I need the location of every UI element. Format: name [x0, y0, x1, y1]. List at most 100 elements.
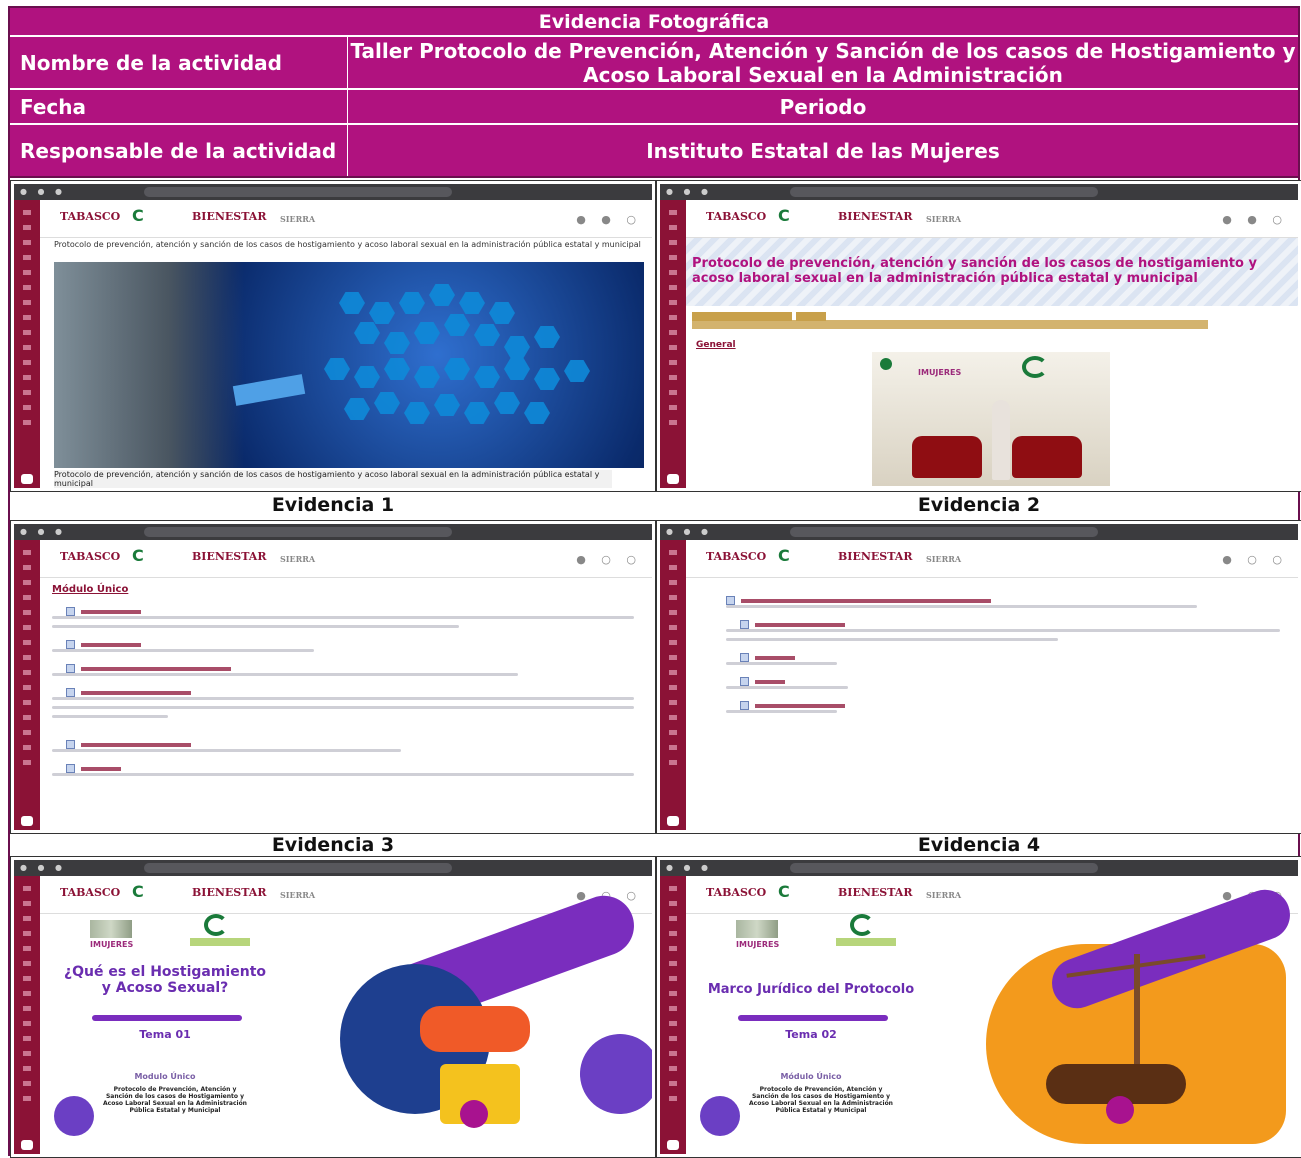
course-intro-video[interactable]: IMUJERES [872, 352, 1110, 486]
site-header: TABASCO C BIENESTAR SIERRA ● ○ ○ [40, 540, 652, 578]
assignment-icon [66, 688, 75, 697]
list-item[interactable] [66, 601, 634, 616]
slide-protocol-text: Protocolo de Prevención, Atención y Sanc… [749, 1086, 893, 1114]
responsible-value: Instituto Estatal de las Mujeres [646, 138, 1000, 163]
evidence-1-caption: Evidencia 1 [271, 494, 395, 516]
presenter-figure [992, 400, 1010, 480]
tabasco-logo: TABASCO [60, 210, 121, 223]
sierra-logo: SIERRA [926, 214, 962, 224]
survey-icon [740, 701, 749, 710]
evidence-3-image: ● ● ● TABASCO C BIENESTAR SIERRA ● ○ ○ M… [10, 520, 656, 834]
green-c-icon [1022, 356, 1048, 378]
imujeres-logo: IMUJERES [90, 920, 133, 949]
sierra-logo: SIERRA [280, 890, 316, 900]
bienestar-logo: BIENESTAR [838, 886, 913, 899]
browser-window: ● ● ● TABASCO C BIENESTAR SIERRA ● ○ ○ I… [660, 860, 1298, 1154]
purple-shape [565, 1019, 652, 1129]
window-controls-icon: ● ● ● [666, 863, 713, 872]
evidence-1-image: ● ● ● TABASCO C BIENESTAR SIERRA ● ● ○ P… [10, 180, 656, 492]
address-bar [790, 527, 1098, 537]
green-c-logo: C [132, 882, 144, 901]
green-c-logo: C [778, 206, 790, 225]
bienestar-logo: BIENESTAR [192, 886, 267, 899]
green-c-logo: C [132, 546, 144, 565]
home-icon [21, 474, 33, 484]
technology-banner-image [54, 262, 644, 468]
evidence-4-image: ● ● ● TABASCO C BIENESTAR SIERRA ● ○ ○ [656, 520, 1301, 834]
home-icon [21, 816, 33, 826]
green-c-logo: C [778, 882, 790, 901]
course-breadcrumb-bar [692, 320, 1208, 329]
date-row: Fecha Periodo [10, 90, 1298, 124]
slide-topic: Tema 01 [139, 1028, 191, 1041]
activity-name-label: Nombre de la actividad [10, 37, 348, 88]
imujeres-logo: IMUJERES [918, 368, 962, 377]
general-section-link[interactable]: General [696, 340, 736, 350]
lesson-slide: IMUJERES ¿Qué es el Hostigamiento y Acos… [40, 887, 652, 1154]
window-controls-icon: ● ● ● [20, 527, 67, 536]
window-controls-icon: ● ● ● [666, 187, 713, 196]
browser-toolbar: ● ● ● [660, 860, 1298, 876]
sierra-logo: SIERRA [280, 554, 316, 564]
window-controls-icon: ● ● ● [20, 863, 67, 872]
list-item[interactable] [66, 734, 634, 749]
site-header: TABASCO C BIENESTAR SIERRA ● ○ ○ [40, 876, 652, 914]
list-item[interactable] [66, 682, 634, 697]
slide-title: Marco Jurídico del Protocolo [707, 982, 915, 997]
site-header: TABASCO C BIENESTAR SIERRA ● ● ○ [40, 200, 652, 238]
list-item[interactable] [740, 614, 1280, 629]
bienestar-logo: BIENESTAR [838, 550, 913, 563]
businessman-figure [54, 262, 244, 468]
home-icon [667, 474, 679, 484]
red-sofa-left [912, 436, 982, 478]
list-item[interactable] [740, 647, 1280, 662]
list-item[interactable] [726, 590, 1280, 605]
tabasco-logo: TABASCO [706, 550, 767, 563]
home-icon [667, 816, 679, 826]
list-item[interactable] [66, 758, 634, 773]
page-content: Módulo Único [40, 578, 652, 830]
responsible-label: Responsable de la actividad [10, 125, 348, 176]
browser-window: ● ● ● TABASCO C BIENESTAR SIERRA ● ● ○ P… [660, 184, 1298, 488]
title-underline [92, 1015, 242, 1021]
page-content: IMUJERES Marco Jurídico del Protocolo Te… [686, 882, 1298, 1154]
scales-of-justice-icon [1134, 954, 1140, 1074]
date-label: Fecha [10, 90, 348, 123]
document-icon [740, 620, 749, 629]
browser-toolbar: ● ● ● [660, 184, 1298, 200]
window-controls-icon: ● ● ● [20, 187, 67, 196]
page-content: Protocolo de prevención, atención y sanc… [686, 238, 1298, 488]
sidebar [660, 200, 686, 488]
green-c-logo: C [132, 206, 144, 225]
green-c-logo [190, 914, 250, 948]
address-bar [790, 863, 1098, 873]
slide-topic: Tema 02 [785, 1028, 837, 1041]
slide-module: Módulo Único [780, 1072, 842, 1081]
address-bar [144, 863, 452, 873]
checklist-icon [740, 653, 749, 662]
magenta-dot [460, 1100, 488, 1128]
green-c-logo: C [778, 546, 790, 565]
evidence-6-image: ● ● ● TABASCO C BIENESTAR SIERRA ● ○ ○ I… [656, 856, 1301, 1158]
sidebar [14, 540, 40, 830]
user-nav-icons: ● ● ○ [576, 213, 642, 226]
window-controls-icon: ● ● ● [666, 527, 713, 536]
module-activity-list [726, 584, 1280, 719]
evidence-2-image: ● ● ● TABASCO C BIENESTAR SIERRA ● ● ○ P… [656, 180, 1301, 492]
sidebar [14, 876, 40, 1154]
list-item[interactable] [66, 634, 634, 649]
document-icon [66, 740, 75, 749]
site-header: TABASCO C BIENESTAR SIERRA ● ● ○ [686, 200, 1298, 238]
quiz-icon [66, 607, 75, 616]
browser-window: ● ● ● TABASCO C BIENESTAR SIERRA ● ○ ○ M… [14, 524, 652, 830]
list-item[interactable] [740, 695, 1280, 710]
list-item[interactable] [66, 658, 634, 673]
evidence-3-caption: Evidencia 3 [271, 834, 395, 856]
imujeres-logo: IMUJERES [736, 920, 779, 949]
title-underline [738, 1015, 888, 1021]
user-nav-icons: ● ○ ○ [1222, 553, 1288, 566]
magenta-dot [1106, 1096, 1134, 1124]
slide-title: ¿Qué es el Hostigamiento y Acoso Sexual? [63, 964, 266, 996]
list-item[interactable] [740, 671, 1280, 686]
sidebar [660, 540, 686, 830]
